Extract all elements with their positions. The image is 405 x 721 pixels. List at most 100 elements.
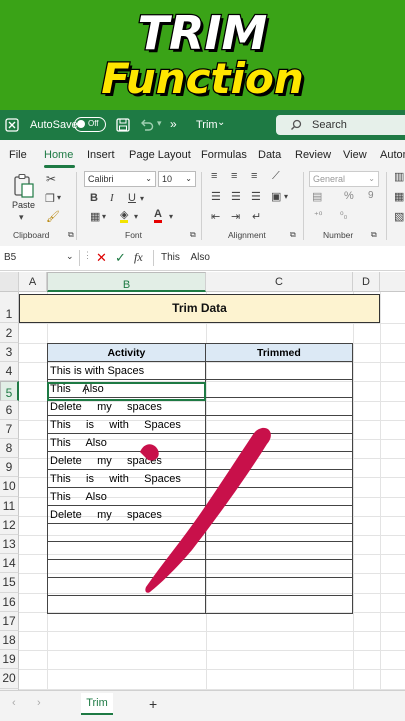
row-header[interactable]: 7 (0, 419, 19, 439)
row-header[interactable]: 9 (0, 458, 19, 478)
column-header-c[interactable]: C (206, 272, 353, 292)
clipboard-launcher-icon[interactable]: ⧉ (68, 230, 74, 240)
row-header[interactable]: 2 (0, 323, 19, 343)
underline-dropdown-icon[interactable]: ▾ (140, 194, 144, 203)
trimmed-cell[interactable] (204, 595, 354, 614)
bold-icon[interactable]: B (90, 192, 98, 204)
tab-review[interactable]: Review (295, 149, 331, 161)
worksheet-grid[interactable]: A B C D 12345678910111213141516171819202… (0, 272, 405, 690)
undo-dropdown-icon[interactable]: ▾ (157, 118, 162, 129)
add-sheet-icon[interactable]: + (149, 696, 157, 712)
font-color-dropdown-icon[interactable]: ▾ (169, 212, 173, 221)
cancel-icon[interactable]: ✕ (96, 250, 107, 266)
font-color-icon[interactable]: A (154, 209, 162, 223)
select-all-corner[interactable] (0, 272, 19, 292)
tab-view[interactable]: View (343, 149, 367, 161)
cut-icon[interactable]: ✂ (46, 172, 56, 186)
copy-dropdown-icon[interactable]: ▾ (57, 193, 61, 202)
font-size-select[interactable]: 10 ⌄ (158, 171, 196, 187)
row-header[interactable]: 13 (0, 535, 19, 555)
number-launcher-icon[interactable]: ⧉ (371, 230, 377, 240)
row-header[interactable]: 18 (0, 631, 19, 651)
file-name[interactable]: Trim (196, 119, 218, 131)
align-left-icon[interactable]: ☰ (211, 190, 221, 203)
font-launcher-icon[interactable]: ⧉ (190, 230, 196, 240)
align-bottom-icon[interactable]: ≡ (251, 170, 257, 182)
row-header[interactable]: 10 (0, 477, 19, 497)
paste-icon[interactable] (13, 173, 35, 199)
accounting-format-icon[interactable]: ▤ (312, 190, 322, 203)
scroll-right-icon[interactable]: › (37, 697, 41, 709)
decrease-decimal-icon[interactable]: ⁰₀ (340, 210, 347, 221)
sheet-tab-trim[interactable]: Trim (81, 693, 113, 715)
trimmed-cell[interactable] (204, 379, 354, 398)
merge-center-icon[interactable]: ▣ (271, 190, 281, 203)
format-painter-icon[interactable]: 🖌 (46, 210, 60, 223)
align-top-icon[interactable]: ≡ (211, 170, 217, 182)
trimmed-cell[interactable] (204, 361, 354, 380)
fill-color-icon[interactable]: ◈ (120, 210, 129, 223)
tab-page-layout[interactable]: Page Layout (129, 149, 191, 161)
row-header[interactable]: 5 (0, 381, 19, 401)
enter-icon[interactable]: ✓ (115, 250, 126, 266)
activity-cell[interactable] (47, 595, 206, 614)
row-header[interactable]: 15 (0, 573, 19, 593)
column-header-a[interactable]: A (19, 272, 47, 292)
autosave-toggle[interactable]: Off (74, 117, 106, 132)
increase-indent-icon[interactable]: ⇥ (231, 210, 240, 223)
tab-file[interactable]: File (9, 149, 27, 161)
row-header[interactable]: 3 (0, 343, 19, 363)
row-header[interactable]: 1 (0, 292, 19, 323)
paste-dropdown-icon[interactable]: ▾ (19, 212, 24, 223)
row-header[interactable]: 11 (0, 496, 19, 516)
fill-color-dropdown-icon[interactable]: ▾ (134, 212, 138, 221)
formula-input[interactable]: This Also (161, 252, 210, 263)
row-header[interactable]: 16 (0, 592, 19, 612)
column-header-b[interactable]: B (47, 272, 206, 292)
borders-dropdown-icon[interactable]: ▾ (102, 212, 106, 221)
tab-home[interactable]: Home (44, 149, 73, 161)
sheet-title-cell[interactable]: Trim Data (19, 294, 380, 323)
column-header-e[interactable] (380, 272, 405, 292)
borders-icon[interactable]: ▦ (90, 210, 100, 223)
active-cell-b5[interactable] (47, 382, 206, 401)
row-header[interactable]: 12 (0, 515, 19, 535)
wrap-text-icon[interactable]: ↵ (252, 210, 261, 223)
column-header-d[interactable]: D (353, 272, 380, 292)
tab-formulas[interactable]: Formulas (201, 149, 247, 161)
italic-icon[interactable]: I (110, 192, 114, 204)
increase-decimal-icon[interactable]: ⁺⁰ (314, 210, 322, 221)
row-header[interactable]: 19 (0, 650, 19, 670)
row-header[interactable]: 8 (0, 439, 19, 459)
underline-icon[interactable]: U (128, 192, 136, 204)
orientation-icon[interactable]: ⟋ (272, 170, 280, 183)
header-activity[interactable]: Activity (47, 343, 206, 362)
file-name-chevron-icon[interactable]: ⌄ (217, 117, 225, 128)
number-format-select[interactable]: General ⌄ (309, 171, 379, 187)
cell-styles-icon[interactable]: ▧ (394, 210, 404, 223)
paste-label[interactable]: Paste (12, 200, 35, 210)
font-name-select[interactable]: Calibri ⌄ (84, 171, 156, 187)
alignment-launcher-icon[interactable]: ⧉ (290, 230, 296, 240)
decrease-indent-icon[interactable]: ⇤ (211, 210, 220, 223)
tab-data[interactable]: Data (258, 149, 281, 161)
row-header[interactable]: 6 (0, 400, 19, 420)
activity-cell[interactable]: This is with Spaces (47, 361, 206, 380)
row-header[interactable]: 4 (0, 362, 19, 382)
save-icon[interactable] (116, 118, 130, 132)
row-header[interactable]: 17 (0, 611, 19, 631)
percent-icon[interactable]: % (344, 190, 354, 202)
trimmed-cell[interactable] (204, 397, 354, 416)
tab-automate[interactable]: Autom (380, 149, 405, 161)
row-header[interactable]: 14 (0, 554, 19, 574)
search-box[interactable]: Search (276, 115, 405, 135)
align-middle-icon[interactable]: ≡ (231, 170, 237, 182)
merge-dropdown-icon[interactable]: ▾ (284, 192, 288, 201)
insert-function-icon[interactable]: fx (134, 250, 143, 265)
header-trimmed[interactable]: Trimmed (204, 343, 354, 362)
row-header[interactable]: 20 (0, 669, 19, 689)
undo-icon[interactable] (139, 118, 155, 132)
align-center-icon[interactable]: ☰ (231, 190, 241, 203)
name-box[interactable]: B5 (4, 252, 16, 263)
format-table-icon[interactable]: ▦ (394, 190, 404, 203)
